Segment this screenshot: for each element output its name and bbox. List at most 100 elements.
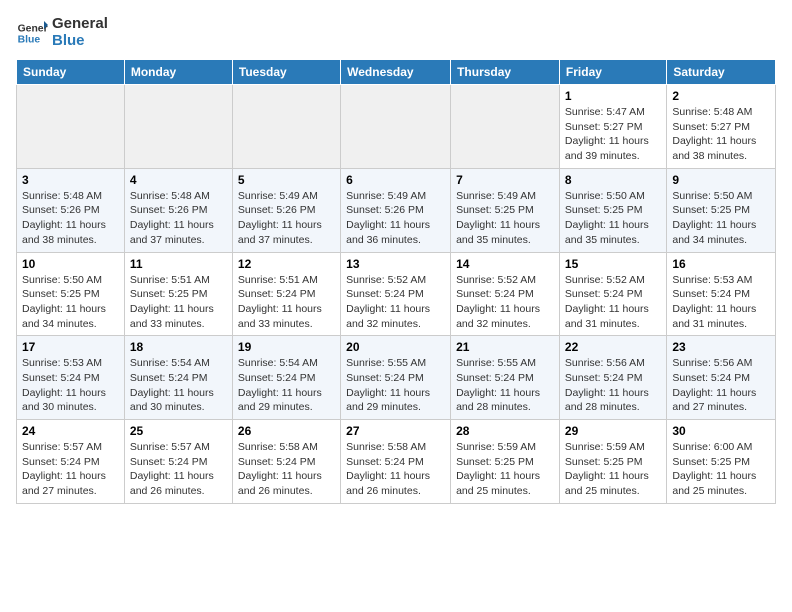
calendar-cell: 12 Sunrise: 5:51 AM Sunset: 5:24 PM Dayli…	[232, 252, 340, 336]
day-info: Sunrise: 5:50 AM Sunset: 5:25 PM Dayligh…	[565, 189, 661, 248]
calendar-cell	[451, 85, 560, 169]
day-number: 11	[130, 257, 227, 271]
day-number: 8	[565, 173, 661, 187]
calendar-body: 1 Sunrise: 5:47 AM Sunset: 5:27 PM Daylig…	[17, 85, 776, 504]
calendar-table: SundayMondayTuesdayWednesdayThursdayFrid…	[16, 59, 776, 504]
day-number: 3	[22, 173, 119, 187]
weekday-header-cell: Wednesday	[341, 60, 451, 85]
weekday-header-cell: Thursday	[451, 60, 560, 85]
calendar-week-row: 17Sunrise: 5:53 AM Sunset: 5:24 PM Dayli…	[17, 336, 776, 420]
day-info: Sunrise: 5:49 AM Sunset: 5:26 PM Dayligh…	[346, 189, 445, 248]
calendar-cell: 18 Sunrise: 5:54 AM Sunset: 5:24 PM Dayli…	[124, 336, 232, 420]
day-info: Sunrise: 5:48 AM Sunset: 5:26 PM Dayligh…	[130, 189, 227, 248]
day-number: 20	[346, 340, 445, 354]
day-number: 30	[672, 424, 770, 438]
day-info: Sunrise: 5:48 AM Sunset: 5:26 PM Dayligh…	[22, 189, 119, 248]
day-info: Sunrise: 5:55 AM Sunset: 5:24 PM Dayligh…	[456, 356, 554, 415]
day-number: 2	[672, 89, 770, 103]
calendar-cell: 7Sunrise: 5:49 AM Sunset: 5:25 PM Daylig…	[451, 168, 560, 252]
day-info: Sunrise: 5:56 AM Sunset: 5:24 PM Dayligh…	[672, 356, 770, 415]
logo: General Blue General Blue	[16, 16, 108, 49]
calendar-cell: 27 Sunrise: 5:58 AM Sunset: 5:24 PM Dayli…	[341, 420, 451, 504]
calendar-cell: 22 Sunrise: 5:56 AM Sunset: 5:24 PM Dayli…	[559, 336, 666, 420]
day-number: 4	[130, 173, 227, 187]
svg-text:Blue: Blue	[18, 34, 41, 45]
day-info: Sunrise: 5:54 AM Sunset: 5:24 PM Dayligh…	[238, 356, 335, 415]
weekday-header-cell: Friday	[559, 60, 666, 85]
day-number: 7	[456, 173, 554, 187]
day-info: Sunrise: 5:50 AM Sunset: 5:25 PM Dayligh…	[672, 189, 770, 248]
calendar-week-row: 1 Sunrise: 5:47 AM Sunset: 5:27 PM Daylig…	[17, 85, 776, 169]
calendar-week-row: 24Sunrise: 5:57 AM Sunset: 5:24 PM Dayli…	[17, 420, 776, 504]
calendar-cell: 13Sunrise: 5:52 AM Sunset: 5:24 PM Dayli…	[341, 252, 451, 336]
day-number: 10	[22, 257, 119, 271]
calendar-cell: 4 Sunrise: 5:48 AM Sunset: 5:26 PM Daylig…	[124, 168, 232, 252]
calendar-cell: 16 Sunrise: 5:53 AM Sunset: 5:24 PM Dayli…	[667, 252, 776, 336]
day-info: Sunrise: 5:58 AM Sunset: 5:24 PM Dayligh…	[238, 440, 335, 499]
calendar-cell: 23 Sunrise: 5:56 AM Sunset: 5:24 PM Dayli…	[667, 336, 776, 420]
day-info: Sunrise: 5:52 AM Sunset: 5:24 PM Dayligh…	[346, 273, 445, 332]
calendar-cell: 11 Sunrise: 5:51 AM Sunset: 5:25 PM Dayli…	[124, 252, 232, 336]
day-number: 18	[130, 340, 227, 354]
calendar-cell	[232, 85, 340, 169]
calendar-cell: 25Sunrise: 5:57 AM Sunset: 5:24 PM Dayli…	[124, 420, 232, 504]
day-number: 29	[565, 424, 661, 438]
calendar-cell: 14 Sunrise: 5:52 AM Sunset: 5:24 PM Dayli…	[451, 252, 560, 336]
weekday-header-row: SundayMondayTuesdayWednesdayThursdayFrid…	[17, 60, 776, 85]
calendar-cell	[124, 85, 232, 169]
day-number: 6	[346, 173, 445, 187]
calendar-week-row: 3 Sunrise: 5:48 AM Sunset: 5:26 PM Daylig…	[17, 168, 776, 252]
day-number: 28	[456, 424, 554, 438]
day-info: Sunrise: 5:48 AM Sunset: 5:27 PM Dayligh…	[672, 105, 770, 164]
day-number: 19	[238, 340, 335, 354]
day-number: 1	[565, 89, 661, 103]
calendar-cell: 3 Sunrise: 5:48 AM Sunset: 5:26 PM Daylig…	[17, 168, 125, 252]
day-info: Sunrise: 6:00 AM Sunset: 5:25 PM Dayligh…	[672, 440, 770, 499]
calendar-cell: 10 Sunrise: 5:50 AM Sunset: 5:25 PM Dayli…	[17, 252, 125, 336]
day-info: Sunrise: 5:51 AM Sunset: 5:24 PM Dayligh…	[238, 273, 335, 332]
day-number: 16	[672, 257, 770, 271]
calendar-cell: 30 Sunrise: 6:00 AM Sunset: 5:25 PM Dayli…	[667, 420, 776, 504]
day-number: 14	[456, 257, 554, 271]
day-number: 5	[238, 173, 335, 187]
day-info: Sunrise: 5:50 AM Sunset: 5:25 PM Dayligh…	[22, 273, 119, 332]
day-info: Sunrise: 5:52 AM Sunset: 5:24 PM Dayligh…	[565, 273, 661, 332]
day-info: Sunrise: 5:54 AM Sunset: 5:24 PM Dayligh…	[130, 356, 227, 415]
day-number: 23	[672, 340, 770, 354]
logo-icon: General Blue	[16, 17, 48, 49]
day-number: 9	[672, 173, 770, 187]
day-info: Sunrise: 5:52 AM Sunset: 5:24 PM Dayligh…	[456, 273, 554, 332]
weekday-header-cell: Saturday	[667, 60, 776, 85]
logo-name-blue: Blue	[52, 33, 108, 50]
day-number: 27	[346, 424, 445, 438]
weekday-header-cell: Sunday	[17, 60, 125, 85]
calendar-cell: 8 Sunrise: 5:50 AM Sunset: 5:25 PM Daylig…	[559, 168, 666, 252]
calendar-cell: 20 Sunrise: 5:55 AM Sunset: 5:24 PM Dayli…	[341, 336, 451, 420]
calendar-cell: 21Sunrise: 5:55 AM Sunset: 5:24 PM Dayli…	[451, 336, 560, 420]
svg-text:General: General	[18, 23, 48, 34]
day-info: Sunrise: 5:53 AM Sunset: 5:24 PM Dayligh…	[672, 273, 770, 332]
calendar-cell: 15Sunrise: 5:52 AM Sunset: 5:24 PM Dayli…	[559, 252, 666, 336]
day-number: 25	[130, 424, 227, 438]
day-info: Sunrise: 5:47 AM Sunset: 5:27 PM Dayligh…	[565, 105, 661, 164]
calendar-cell	[17, 85, 125, 169]
logo-name-general: General	[52, 16, 108, 33]
calendar-week-row: 10 Sunrise: 5:50 AM Sunset: 5:25 PM Dayli…	[17, 252, 776, 336]
calendar-cell: 19 Sunrise: 5:54 AM Sunset: 5:24 PM Dayli…	[232, 336, 340, 420]
day-info: Sunrise: 5:58 AM Sunset: 5:24 PM Dayligh…	[346, 440, 445, 499]
calendar-cell: 6 Sunrise: 5:49 AM Sunset: 5:26 PM Daylig…	[341, 168, 451, 252]
day-number: 12	[238, 257, 335, 271]
day-info: Sunrise: 5:59 AM Sunset: 5:25 PM Dayligh…	[565, 440, 661, 499]
calendar-cell: 2 Sunrise: 5:48 AM Sunset: 5:27 PM Daylig…	[667, 85, 776, 169]
day-number: 24	[22, 424, 119, 438]
calendar-cell: 29 Sunrise: 5:59 AM Sunset: 5:25 PM Dayli…	[559, 420, 666, 504]
day-info: Sunrise: 5:51 AM Sunset: 5:25 PM Dayligh…	[130, 273, 227, 332]
day-info: Sunrise: 5:49 AM Sunset: 5:26 PM Dayligh…	[238, 189, 335, 248]
page-header: General Blue General Blue	[16, 16, 776, 49]
day-info: Sunrise: 5:56 AM Sunset: 5:24 PM Dayligh…	[565, 356, 661, 415]
day-info: Sunrise: 5:55 AM Sunset: 5:24 PM Dayligh…	[346, 356, 445, 415]
calendar-cell: 26Sunrise: 5:58 AM Sunset: 5:24 PM Dayli…	[232, 420, 340, 504]
calendar-cell: 24Sunrise: 5:57 AM Sunset: 5:24 PM Dayli…	[17, 420, 125, 504]
calendar-cell: 28Sunrise: 5:59 AM Sunset: 5:25 PM Dayli…	[451, 420, 560, 504]
day-number: 22	[565, 340, 661, 354]
